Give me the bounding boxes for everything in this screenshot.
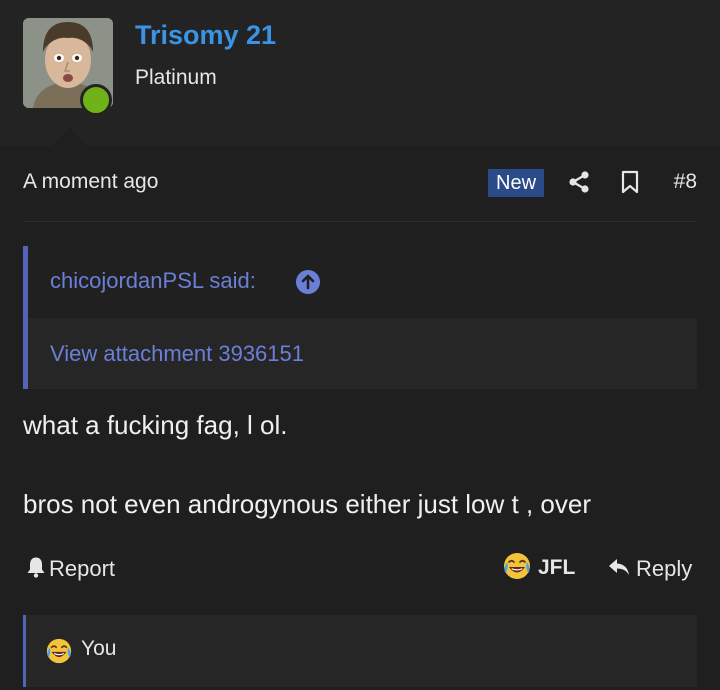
new-badge: New	[488, 169, 545, 197]
online-status-indicator	[80, 84, 112, 116]
bell-icon	[26, 556, 46, 583]
report-label: Report	[49, 556, 116, 581]
quote-author-link[interactable]: chicojordanPSL said:	[50, 268, 256, 294]
post-timestamp[interactable]: A moment ago	[23, 170, 158, 194]
laughing-crying-emoji-icon	[45, 637, 73, 670]
laughing-crying-emoji-icon	[502, 551, 532, 586]
user-rank-title: Platinum	[135, 66, 217, 89]
username-link[interactable]: Trisomy 21	[135, 20, 276, 51]
reaction-label: JFL	[538, 556, 576, 579]
reply-label: Reply	[636, 556, 693, 581]
reactor-name[interactable]: You	[81, 637, 116, 661]
reply-arrow-icon	[607, 556, 631, 583]
message-text-line: what a fucking fag, l ol.	[23, 410, 288, 440]
message-text-line: bros not even androgynous either just lo…	[23, 489, 591, 519]
header-pointer	[52, 128, 88, 146]
post-user-header: Trisomy 21 Platinum	[0, 0, 720, 146]
reply-button[interactable]: Reply	[607, 555, 692, 583]
quote-block: chicojordanPSL said: View attachment 393…	[23, 246, 697, 389]
post-meta-row: A moment ago New #8	[23, 169, 697, 199]
arrow-up-circle-icon[interactable]	[296, 270, 320, 299]
react-button[interactable]: JFL	[502, 551, 576, 586]
bookmark-icon[interactable]	[620, 170, 640, 199]
report-button[interactable]: Report	[26, 555, 115, 583]
reactions-summary-bar[interactable]: You	[23, 615, 697, 687]
share-icon[interactable]	[568, 170, 590, 199]
attachment-link[interactable]: View attachment 3936151	[50, 341, 304, 367]
meta-divider	[23, 221, 697, 222]
post-number-link[interactable]: #8	[674, 170, 697, 194]
